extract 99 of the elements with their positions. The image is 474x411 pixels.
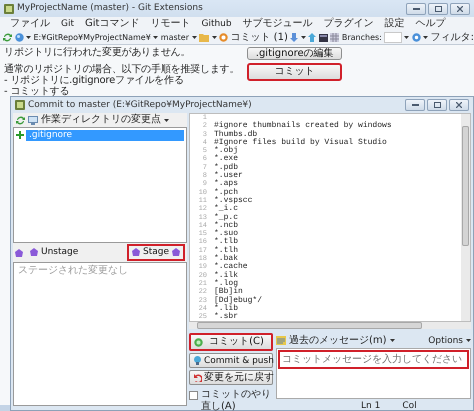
info-text: - コミットする <box>4 86 70 97</box>
plus-icon <box>16 131 24 140</box>
close-icon <box>456 102 462 108</box>
maximize-icon <box>434 102 440 108</box>
app-icon <box>15 100 25 110</box>
horizontal-scrollbar[interactable] <box>189 322 471 330</box>
code-line: *.ncb <box>214 222 240 230</box>
branch-dropdown[interactable]: master <box>160 32 189 42</box>
close-button[interactable] <box>449 99 469 111</box>
code-line: *.obj <box>214 147 240 156</box>
undo-icon <box>193 373 202 382</box>
code-line: *.tlh <box>214 246 240 255</box>
code-line: *_i.c <box>214 205 240 214</box>
code-line: *.cache <box>214 263 249 272</box>
edit-gitignore-button[interactable]: .gitignoreの編集 <box>247 47 342 60</box>
push-button[interactable]: Commit & push <box>189 353 273 368</box>
close-icon <box>457 6 463 12</box>
commit-message-field[interactable]: コミットメッセージを入力してください <box>278 350 469 370</box>
column-indicator: Col <box>402 401 417 411</box>
close-button[interactable] <box>450 2 470 14</box>
menu-item[interactable]: 設定 <box>384 18 405 30</box>
menu-item[interactable]: リモート <box>150 18 190 30</box>
code-line: *.exe <box>214 155 240 164</box>
code-line: Thumbs.db <box>214 130 258 139</box>
caret-icon[interactable] <box>404 36 410 39</box>
line-indicator: Ln 1 <box>361 401 380 411</box>
monitor-icon[interactable] <box>28 116 38 124</box>
menu-item[interactable]: Github <box>201 18 232 30</box>
minimize-button[interactable] <box>406 2 426 14</box>
stage-button[interactable]: Stage <box>126 244 185 261</box>
menu-item[interactable]: ファイル <box>10 18 50 30</box>
code-line: #ignore thumbnails created by windows <box>214 122 393 130</box>
window-title: Commit to master (E:¥GitRepo¥MyProjectName¥) <box>28 100 252 110</box>
info-text: 通常のリポジトリの場合、以下の手順を推奨します。 <box>4 64 240 75</box>
filter-label: フィルタ: <box>430 32 474 44</box>
menu-item[interactable]: プラグイン <box>324 18 374 30</box>
branches-field[interactable] <box>384 32 402 43</box>
menu-item[interactable]: サブモジュール <box>242 18 313 30</box>
unstage-all-icon[interactable] <box>15 248 23 256</box>
stage-all-icon <box>172 248 180 256</box>
caret-icon[interactable] <box>300 36 306 39</box>
stage-icon <box>132 248 140 256</box>
minimize-icon <box>412 104 418 106</box>
amend-checkbox[interactable] <box>189 391 198 400</box>
code-line: *_p.c <box>214 214 240 222</box>
app-icon <box>4 4 14 14</box>
code-line: *.tlb <box>214 238 240 246</box>
minimize-button[interactable] <box>405 99 425 111</box>
code-line: *.lib <box>214 304 238 313</box>
options-dropdown[interactable]: Options <box>428 336 463 346</box>
menu-item[interactable]: Gitコマンド <box>85 18 140 30</box>
caret-icon[interactable] <box>466 339 471 342</box>
caret-icon[interactable] <box>423 36 428 39</box>
vertical-scrollbar[interactable] <box>461 114 470 322</box>
caret-icon[interactable] <box>153 36 158 39</box>
code-line: [Dd]ebug*/ <box>214 296 264 305</box>
commit-button[interactable]: コミット <box>247 63 342 81</box>
maximize-icon <box>434 6 442 12</box>
code-line: [Bb]in <box>214 288 243 296</box>
code-line: *.pch <box>214 188 238 197</box>
caret-icon[interactable] <box>192 36 196 39</box>
changes-dropdown[interactable]: 作業ディレクトリの変更点 <box>41 114 161 126</box>
code-line: *.user <box>214 172 244 180</box>
code-line: *.log <box>214 280 238 288</box>
maximize-button[interactable] <box>427 99 447 111</box>
window-title: MyProjectName (master) - Git Extensions <box>17 3 203 14</box>
info-text: - リポジトリに.gitignoreファイルを作る <box>4 75 185 86</box>
code-line: *.sbr <box>214 313 240 322</box>
unstage-button[interactable]: Unstage <box>26 245 82 260</box>
minimize-icon <box>412 8 420 10</box>
commit-toolbar-button[interactable]: コミット (1) <box>230 32 288 44</box>
terminal-icon[interactable] <box>318 34 328 42</box>
code-line: *.aps <box>214 180 240 188</box>
refresh-icon[interactable] <box>3 33 12 42</box>
revert-button[interactable]: 変更を元に戻す <box>189 370 273 386</box>
menu-item[interactable]: ヘルプ <box>416 18 446 30</box>
caret-icon[interactable] <box>212 36 216 39</box>
code-line: *.ilk <box>214 272 240 280</box>
refresh-icon[interactable] <box>16 116 25 124</box>
caret-icon[interactable] <box>390 339 395 342</box>
code-line: *.suo <box>214 230 240 238</box>
unstage-icon <box>30 248 38 256</box>
bulb-icon <box>193 356 202 366</box>
amend-label: コミットのやり直し(A) <box>201 389 272 411</box>
history-dropdown[interactable]: 過去のメッセージ(m) <box>289 334 387 347</box>
repo-path-dropdown[interactable]: E:¥GitRepo¥MyProjectName¥ <box>34 32 151 42</box>
branches-label: Branches: <box>342 32 382 42</box>
message-history-icon[interactable] <box>276 336 286 346</box>
caret-icon[interactable] <box>26 36 31 39</box>
maximize-button[interactable] <box>428 2 448 14</box>
commit-icon <box>194 338 203 347</box>
code-line: *.bak <box>214 255 238 264</box>
code-line: #Ignore files build by Visual Studio <box>214 138 388 147</box>
menu-item[interactable]: Git <box>61 18 74 30</box>
code-line: *.vspscc <box>214 196 254 205</box>
code-line: *.pdb <box>214 164 238 172</box>
caret-icon[interactable] <box>164 118 169 122</box>
info-text: リポジトリに行われた変更がありません。 <box>4 47 192 58</box>
commit-button[interactable]: コミット(C) <box>189 333 273 352</box>
